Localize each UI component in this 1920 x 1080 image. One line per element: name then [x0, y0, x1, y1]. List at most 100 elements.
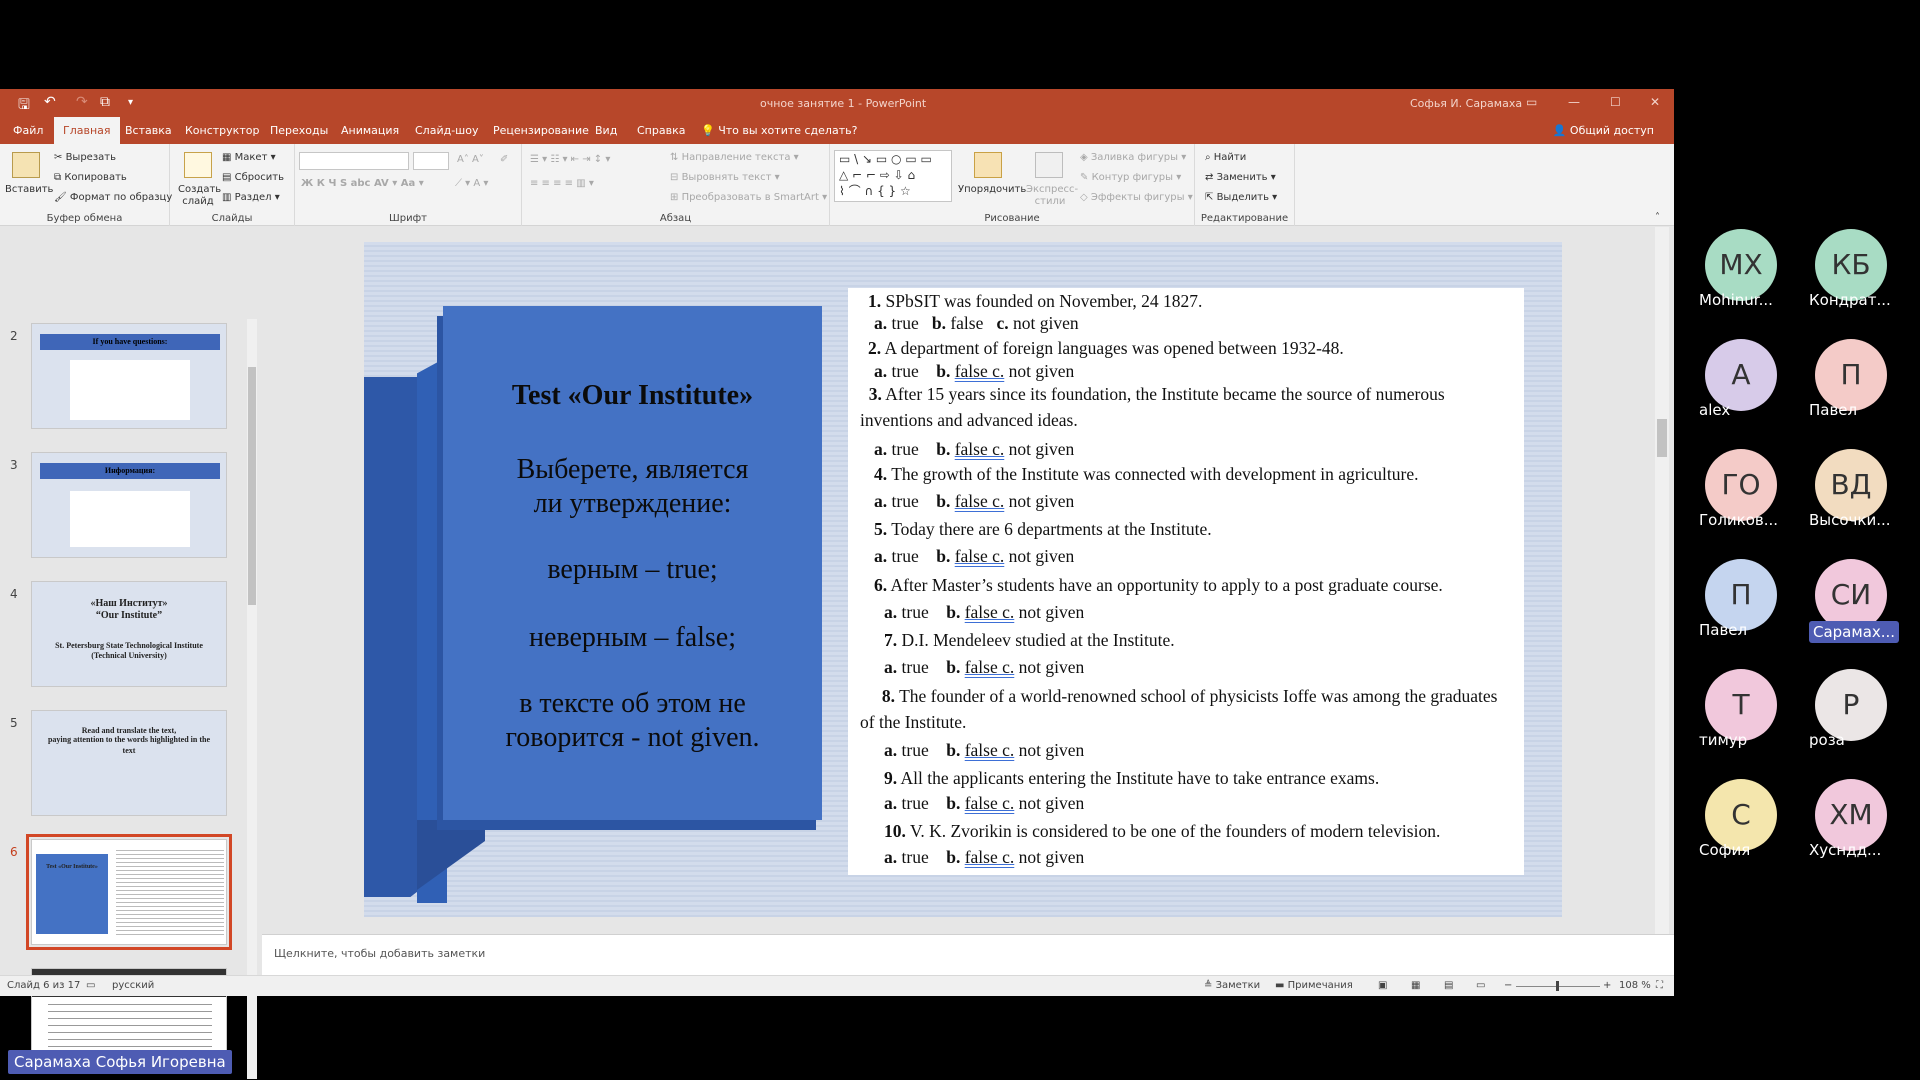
collapse-ribbon-icon[interactable]: ˄ [1655, 212, 1660, 223]
clipboard-group-label: Буфер обмена [46, 213, 123, 224]
font-style-buttons[interactable]: Ж К Ч S abc AV ▾ Aa ▾ [301, 178, 424, 189]
undo-icon[interactable]: ↶ [44, 94, 56, 110]
layout-button[interactable]: ▦ Макет ▾ [222, 152, 276, 163]
quick-styles-button[interactable]: Экспресс-стили [1026, 184, 1078, 208]
paste-icon[interactable] [12, 152, 40, 178]
tab-insert[interactable]: Вставка [116, 117, 181, 144]
thumbnail-slide-4[interactable]: «Наш Институт» “Our Institute” St. Peter… [31, 581, 227, 687]
spellcheck-icon[interactable]: ▭ [86, 980, 95, 991]
thumbnail-slide-2[interactable]: If you have questions: [31, 323, 227, 429]
thumb-title: Информация: [40, 463, 220, 479]
arrange-icon[interactable] [974, 152, 1002, 178]
editor-scrollbar[interactable] [1655, 227, 1669, 975]
tab-animation[interactable]: Анимация [332, 117, 408, 144]
redo-icon[interactable]: ↷ [76, 94, 88, 110]
thumbnail-slide-5[interactable]: Read and translate the text, paying atte… [31, 710, 227, 816]
tab-home[interactable]: Главная [54, 117, 120, 144]
option-not-given: not given [1018, 602, 1085, 622]
scrollbar-thumb[interactable] [248, 367, 256, 605]
tab-review[interactable]: Рецензирование [484, 117, 598, 144]
quick-styles-icon[interactable] [1035, 152, 1063, 178]
tell-me-label: Что вы хотите сделать? [718, 124, 858, 137]
option-a: a. [874, 491, 888, 511]
thumbnail-scrollbar[interactable] [247, 319, 257, 1079]
question-6: 6. After Master’s students have an oppor… [874, 574, 1524, 596]
minimize-icon[interactable]: — [1568, 95, 1580, 109]
shape-outline-button[interactable]: ✎ Контур фигуры ▾ [1080, 172, 1181, 183]
panel-line: ли утверждение: [533, 488, 732, 519]
cut-button[interactable]: ✂ Вырезать [54, 152, 116, 163]
format-painter-button[interactable]: 🖌 Формат по образцу [54, 192, 172, 203]
comments-toggle[interactable]: ▬ Примечания [1275, 980, 1353, 991]
normal-view-icon[interactable]: ▣ [1378, 980, 1387, 991]
shapes-gallery[interactable]: ▭ \ ↘ ▭ ○ ▭ ▭ △ ⌐ ⌐ ⇨ ⇩ ⌂ ⌇ ⌒ ∩ { } ☆ [834, 150, 952, 202]
start-slideshow-icon[interactable]: ⧉ [100, 94, 110, 110]
font-name-input[interactable] [299, 152, 409, 170]
thumb-title: If you have questions: [40, 334, 220, 350]
arrange-button[interactable]: Упорядочить [958, 184, 1026, 195]
question-text: D.I. Mendeleev studied at the Institute. [901, 630, 1175, 650]
tab-view[interactable]: Вид [586, 117, 626, 144]
option-false: false c. [954, 546, 1005, 566]
answer-row-7: a. true b. false c. not given [884, 657, 1084, 678]
paste-button[interactable]: Вставить [5, 184, 53, 195]
thumbnail-slide-3[interactable]: Информация: [31, 452, 227, 558]
smartart-button[interactable]: ⊞ Преобразовать в SmartArt ▾ [670, 192, 827, 203]
tell-me-search[interactable]: 💡 Что вы хотите сделать? [692, 117, 866, 144]
notes-pane[interactable]: Щелкните, чтобы добавить заметки [262, 934, 1674, 976]
reset-button[interactable]: ▤ Сбросить [222, 172, 284, 183]
zoom-slider-handle[interactable] [1556, 981, 1559, 991]
shape-effects-button[interactable]: ◇ Эффекты фигуры ▾ [1080, 192, 1193, 203]
tab-file[interactable]: Файл [4, 117, 52, 144]
language-indicator[interactable]: русский [112, 980, 154, 991]
close-icon[interactable]: ✕ [1650, 95, 1660, 109]
question-text: After 15 years since its foundation, the… [860, 384, 1445, 430]
fit-slide-icon[interactable]: ⛶ [1656, 980, 1663, 991]
align-buttons[interactable]: ≡ ≡ ≡ ≡ ▥ ▾ [530, 178, 594, 189]
option-a: a. [874, 546, 888, 566]
option-b: b. [931, 313, 946, 333]
new-slide-button[interactable]: Создать слайд [178, 184, 221, 208]
slide-sorter-icon[interactable]: ▦ [1411, 980, 1420, 991]
section-button[interactable]: ▥ Раздел ▾ [222, 192, 280, 203]
list-buttons[interactable]: ☰ ▾ ☷ ▾ ⇤ ⇥ ↕ ▾ [530, 154, 610, 165]
slide-canvas[interactable]: Test «Our Institute» Выберете, является … [364, 242, 1562, 917]
tab-transitions[interactable]: Переходы [261, 117, 337, 144]
customize-toolbar-icon[interactable]: ▾ [128, 97, 133, 108]
user-name[interactable]: Софья И. Сарамаха [1410, 97, 1522, 110]
shape-fill-button[interactable]: ◈ Заливка фигуры ▾ [1080, 152, 1186, 163]
participant-name: тимур [1699, 731, 1748, 749]
option-b: b. [936, 439, 951, 459]
save-icon[interactable]: 🖫 [18, 94, 30, 118]
tab-help[interactable]: Справка [628, 117, 694, 144]
find-button[interactable]: ⌕ Найти [1205, 152, 1246, 163]
clear-format-icon[interactable]: ✐ [500, 154, 508, 165]
zoom-out-icon[interactable]: − [1504, 980, 1512, 991]
thumbnail-slide-6[interactable]: Test «Our Institute» [26, 834, 232, 950]
select-button[interactable]: ⇱ Выделить ▾ [1205, 192, 1277, 203]
ribbon-display-icon[interactable]: ▭ [1526, 95, 1537, 109]
option-a: a. [884, 602, 898, 622]
instructions-panel[interactable]: Test «Our Institute» Выберете, является … [443, 306, 822, 820]
text-direction-button[interactable]: ⇅ Направление текста ▾ [670, 152, 799, 163]
slideshow-view-icon[interactable]: ▭ [1476, 980, 1485, 991]
highlight-color-icon[interactable]: ⟋ ▾ A ▾ [455, 178, 488, 189]
zoom-in-icon[interactable]: + [1603, 980, 1611, 991]
tab-slideshow[interactable]: Слайд-шоу [406, 117, 487, 144]
copy-button[interactable]: ⧉ Копировать [54, 172, 127, 183]
align-text-button[interactable]: ⊟ Выровнять текст ▾ [670, 172, 780, 183]
new-slide-icon[interactable] [184, 152, 212, 178]
scrollbar-thumb[interactable] [1657, 419, 1667, 457]
font-size-input[interactable] [413, 152, 449, 170]
share-button[interactable]: 👤 Общий доступ [1553, 124, 1654, 137]
maximize-icon[interactable]: ☐ [1610, 95, 1621, 109]
questions-textbox[interactable]: 1. SPbSIT was founded on November, 24 18… [848, 288, 1524, 875]
thumb-card [70, 491, 190, 547]
notes-toggle[interactable]: ≜ Заметки [1204, 980, 1260, 991]
reading-view-icon[interactable]: ▤ [1444, 980, 1453, 991]
font-size-grow-icon[interactable]: A˄ A˅ [457, 154, 484, 165]
replace-button[interactable]: ⇄ Заменить ▾ [1205, 172, 1276, 183]
zoom-level[interactable]: 108 % [1619, 980, 1651, 991]
question-text: All the applicants entering the Institut… [900, 768, 1380, 788]
tab-design[interactable]: Конструктор [176, 117, 268, 144]
